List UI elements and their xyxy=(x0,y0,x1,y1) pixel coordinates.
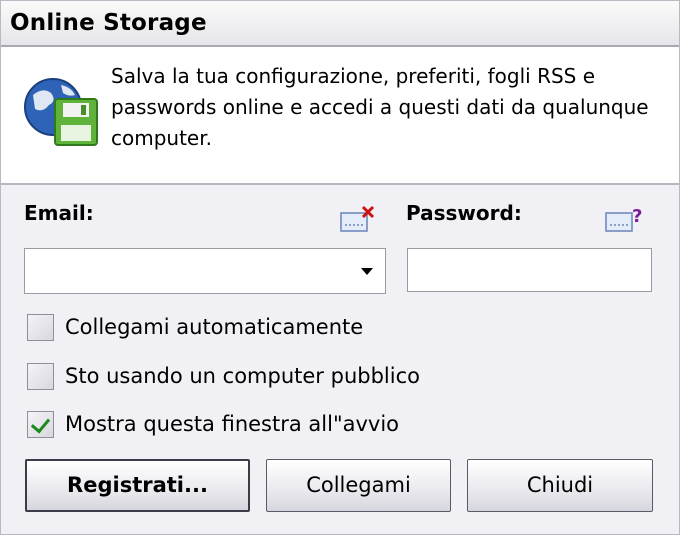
info-panel: Salva la tua configurazione, preferiti, … xyxy=(1,47,679,185)
public-computer-label[interactable]: Sto usando un computer pubblico xyxy=(65,361,420,391)
show-on-startup-label[interactable]: Mostra questa finestra all"avvio xyxy=(65,409,399,439)
email-input[interactable] xyxy=(29,253,353,289)
dropdown-arrow-icon[interactable] xyxy=(361,268,373,275)
password-help-icon[interactable]: ? xyxy=(604,205,644,235)
info-text: Salva la tua configurazione, preferiti, … xyxy=(111,64,649,150)
password-field[interactable] xyxy=(407,248,652,292)
clear-email-icon[interactable] xyxy=(339,205,377,235)
public-computer-checkbox[interactable] xyxy=(27,363,54,390)
email-combobox[interactable] xyxy=(24,248,386,294)
password-label: Password: xyxy=(406,201,522,225)
show-on-startup-checkbox[interactable] xyxy=(27,411,54,438)
register-button[interactable]: Registrati... xyxy=(25,459,250,512)
email-label: Email: xyxy=(24,201,94,225)
auto-login-checkbox[interactable] xyxy=(27,314,54,341)
globe-floppy-icon xyxy=(24,78,98,146)
svg-text:?: ? xyxy=(632,206,642,227)
password-input[interactable] xyxy=(412,253,648,289)
auto-login-label[interactable]: Collegami automaticamente xyxy=(65,312,363,342)
dialog-title: Online Storage xyxy=(10,10,207,36)
login-button[interactable]: Collegami xyxy=(266,459,451,512)
close-button[interactable]: Chiudi xyxy=(467,459,653,512)
checkmark-icon xyxy=(30,413,51,434)
title-bar[interactable]: Online Storage xyxy=(1,1,679,47)
online-storage-dialog: Online Storage Salva la tua configurazio… xyxy=(0,0,680,535)
